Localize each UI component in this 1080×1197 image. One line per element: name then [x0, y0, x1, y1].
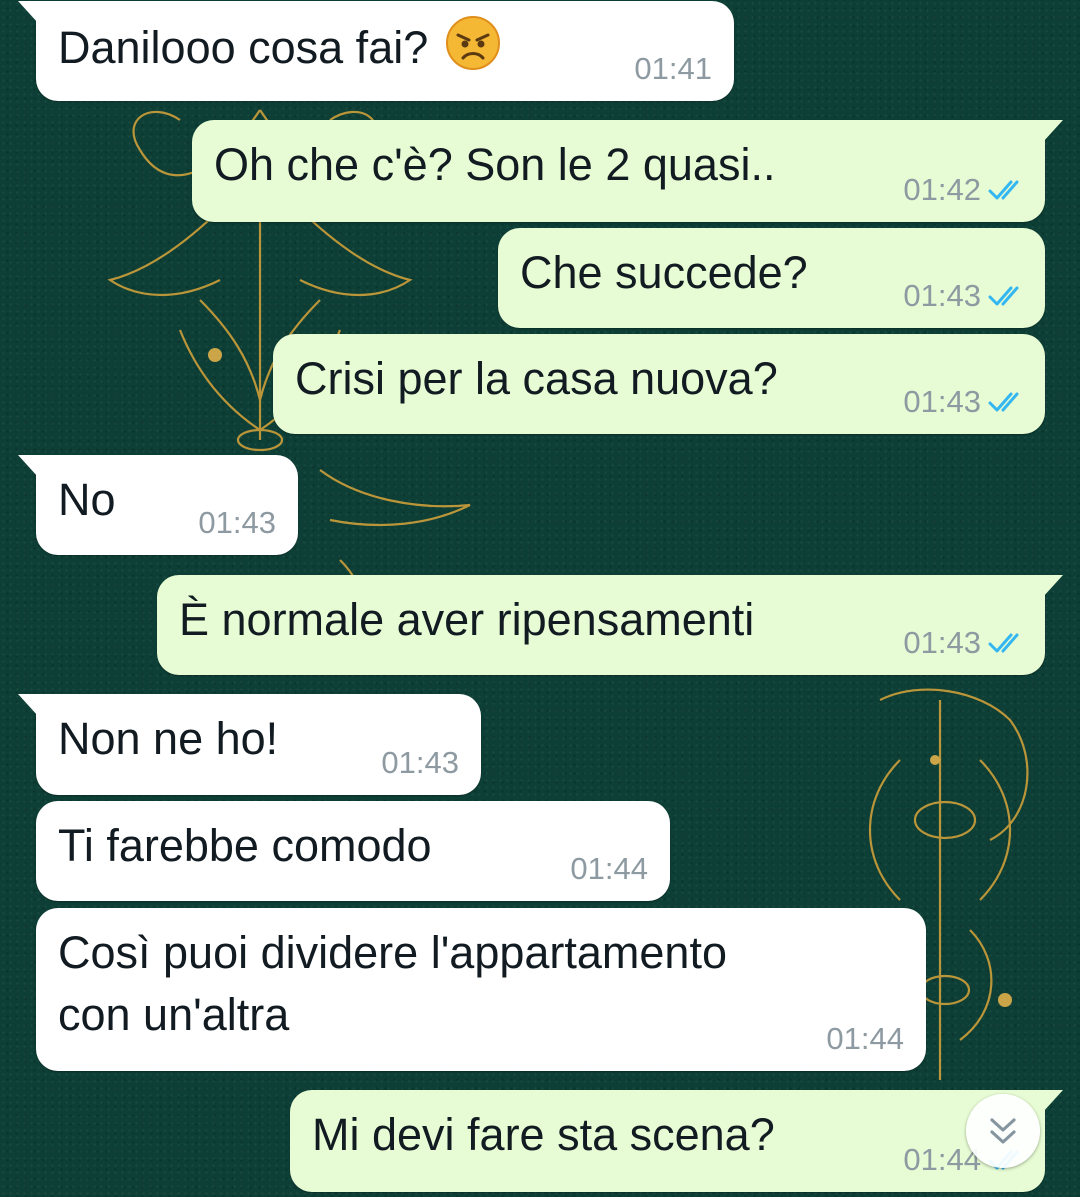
message-time: 01:42: [903, 172, 981, 207]
message-text: Ti farebbe comodo: [58, 820, 432, 871]
message-time: 01:43: [903, 625, 981, 660]
message-bubble[interactable]: Ti farebbe comodo 01:44: [36, 801, 670, 901]
angry-face-emoji-icon: [445, 16, 500, 70]
message-meta: 01:43: [198, 505, 276, 541]
message-time: 01:44: [826, 1021, 904, 1056]
message-text: Crisi per la casa nuova?: [295, 353, 778, 404]
message-bubble[interactable]: Così puoi dividere l'appartamento con un…: [36, 908, 926, 1071]
message-bubble[interactable]: Che succede? 01:43: [498, 228, 1045, 328]
message-time: 01:41: [634, 51, 712, 86]
read-double-check-icon: [988, 286, 1019, 306]
message-text: Mi devi fare sta scena?: [312, 1109, 775, 1160]
message-bubble[interactable]: Danilooo cosa fai? 01:41: [18, 1, 734, 101]
scroll-to-bottom-button[interactable]: [966, 1094, 1040, 1168]
message-time: 01:43: [903, 384, 981, 419]
read-double-check-icon: [988, 392, 1019, 412]
message-text: Non ne ho!: [58, 713, 279, 764]
message-time: 01:43: [381, 745, 459, 780]
message-meta: 01:42: [903, 172, 1027, 208]
read-double-check-icon: [988, 180, 1019, 200]
message-bubble[interactable]: Oh che c'è? Son le 2 quasi.. 01:42: [192, 120, 1063, 222]
message-meta: 01:44: [826, 1021, 904, 1057]
message-bubble[interactable]: Mi devi fare sta scena? 01:44: [290, 1090, 1063, 1192]
message-bubble[interactable]: Non ne ho! 01:43: [18, 694, 481, 795]
message-meta: 01:43: [903, 625, 1027, 661]
message-meta: 01:43: [903, 278, 1027, 314]
message-bubble[interactable]: È normale aver ripensamenti 01:43: [157, 575, 1063, 675]
message-text: Danilooo cosa fai?: [58, 22, 429, 73]
read-double-check-icon: [988, 633, 1019, 653]
message-text: È normale aver ripensamenti: [179, 594, 755, 645]
message-meta: 01:43: [903, 384, 1027, 420]
message-bubble[interactable]: No 01:43: [18, 455, 298, 555]
message-bubble[interactable]: Crisi per la casa nuova? 01:43: [273, 334, 1045, 434]
message-text: Che succede?: [520, 247, 808, 298]
message-time: 01:44: [570, 851, 648, 886]
message-text: No: [58, 474, 116, 525]
message-meta: 01:41: [634, 51, 712, 87]
message-meta: 01:44: [570, 851, 648, 887]
double-chevron-down-icon: [990, 1118, 1016, 1144]
message-meta: 01:43: [381, 745, 459, 781]
message-text: Così puoi dividere l'appartamento con un…: [58, 927, 727, 1040]
message-time: 01:43: [198, 505, 276, 540]
message-time: 01:43: [903, 278, 981, 313]
message-text: Oh che c'è? Son le 2 quasi..: [214, 139, 776, 190]
